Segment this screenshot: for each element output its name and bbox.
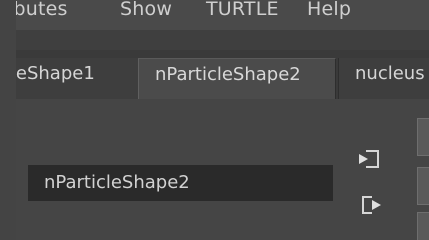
presets-button[interactable] — [417, 167, 429, 205]
menu-bar: ributes Show TURTLE Help — [16, 0, 429, 30]
node-header-panel: nParticleShape2 — [16, 99, 429, 240]
input-connections-glyph — [359, 150, 379, 168]
menu-show[interactable]: Show — [120, 0, 172, 20]
menu-attributes[interactable]: ributes — [16, 0, 68, 20]
attribute-editor: ributes Show TURTLE Help ceShape1 nParti… — [16, 0, 429, 240]
node-name-field[interactable]: nParticleShape2 — [28, 165, 333, 201]
node-tab-bar: ceShape1 nParticleShape2 nucleus — [16, 50, 429, 100]
show-hide-button[interactable] — [417, 212, 429, 240]
menu-help[interactable]: Help — [307, 0, 351, 20]
tab-particle-shape1[interactable]: ceShape1 — [16, 58, 143, 100]
maya-attribute-editor-window: ributes Show TURTLE Help ceShape1 nParti… — [0, 0, 429, 240]
menu-turtle[interactable]: TURTLE — [206, 0, 279, 20]
output-connections-icon[interactable] — [360, 194, 386, 216]
output-connections-glyph — [362, 196, 381, 214]
input-connections-icon[interactable] — [356, 148, 382, 170]
tab-nparticle-shape2[interactable]: nParticleShape2 — [138, 58, 336, 100]
focus-button[interactable] — [417, 118, 429, 156]
tab-nucleus[interactable]: nucleus — [338, 58, 429, 100]
